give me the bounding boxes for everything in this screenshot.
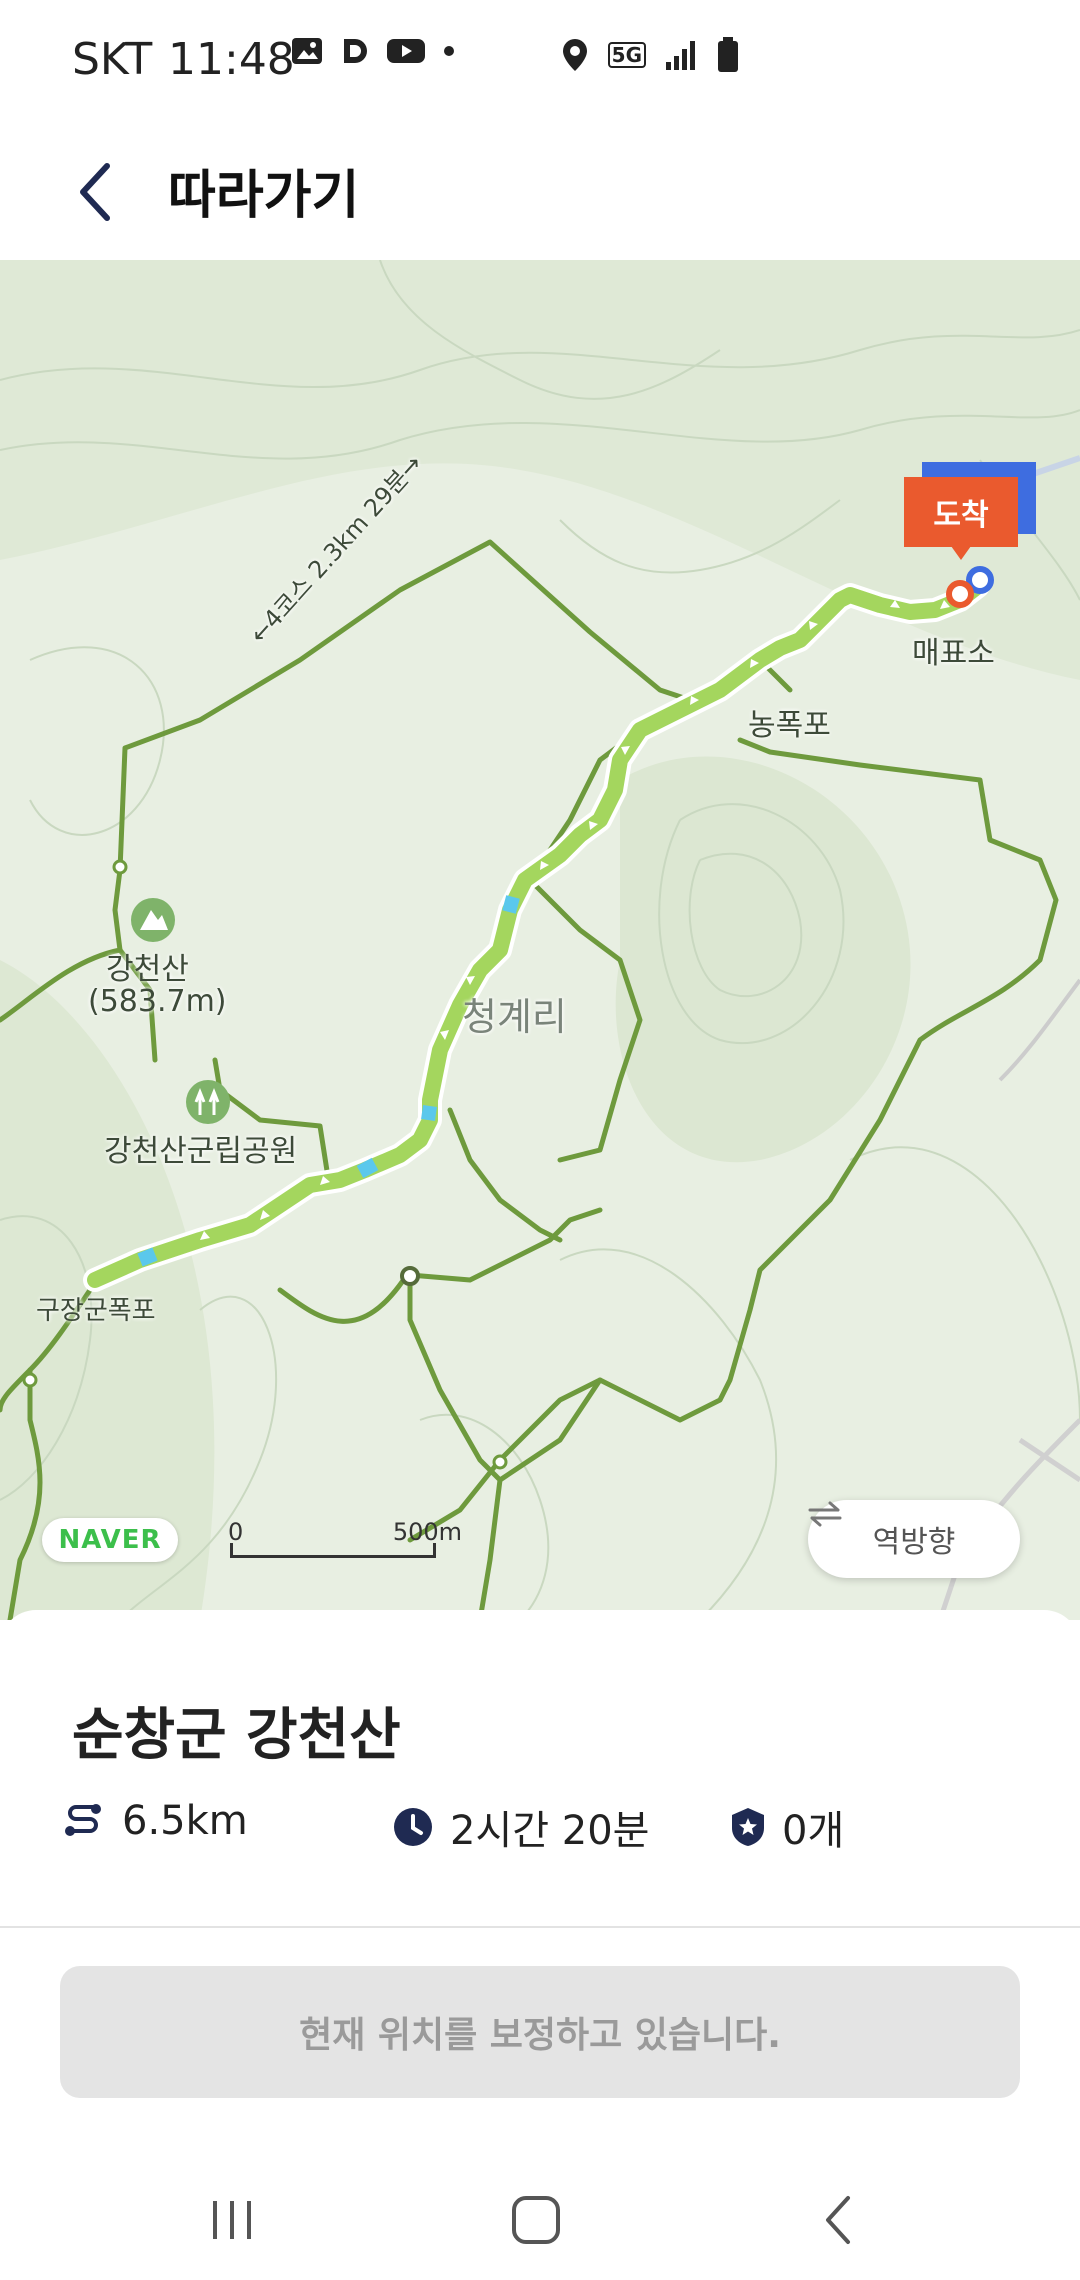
nav-back-button[interactable] bbox=[788, 2180, 888, 2260]
home-button[interactable] bbox=[486, 2180, 586, 2260]
mountain-height-label: (583.7m) bbox=[88, 984, 227, 1019]
chevron-left-icon bbox=[80, 163, 110, 221]
duration-value: 2시간 20분 bbox=[450, 1808, 650, 1854]
reverse-direction-label: 역방향 bbox=[872, 1525, 956, 1560]
course-name: 순창군 강천산 bbox=[72, 1703, 401, 1768]
swap-arrows-icon bbox=[808, 1501, 842, 1527]
clock-icon bbox=[394, 1808, 432, 1846]
map-canvas bbox=[0, 260, 1080, 1620]
distance-stat: 6.5km bbox=[62, 1798, 248, 1844]
naver-logo: NAVER bbox=[42, 1518, 178, 1562]
route-icon bbox=[65, 1804, 101, 1836]
duration-stat: 2시간 20분 bbox=[392, 1798, 649, 1856]
waterfall-label: 농폭포 bbox=[748, 708, 831, 743]
system-nav-bar bbox=[0, 2160, 1080, 2280]
signal-icon bbox=[666, 41, 695, 70]
system-icons: 5G bbox=[560, 36, 740, 74]
divider bbox=[0, 1926, 1080, 1928]
valley-label: 청계리 bbox=[462, 995, 567, 1039]
notification-icons bbox=[290, 36, 456, 66]
recents-icon bbox=[213, 2201, 251, 2239]
scale-end-label: 500m bbox=[392, 1518, 462, 1546]
ticket-office-label: 매표소 bbox=[912, 636, 995, 671]
location-icon bbox=[562, 39, 587, 71]
more-notifications-dot-icon bbox=[444, 46, 454, 56]
stamp-stat: 0개 bbox=[730, 1798, 844, 1856]
d-app-icon bbox=[344, 39, 367, 63]
location-calibrating-button[interactable]: 현재 위치를 보정하고 있습니다. bbox=[60, 1966, 1020, 2098]
trail-map[interactable]: 도착 매표소 농폭포 강천산 (583.7m) 강천산군립공원 청계리 구장군폭… bbox=[0, 260, 1080, 1620]
reverse-direction-button[interactable]: 역방향 bbox=[808, 1500, 1020, 1578]
waterfall-left-label: 구장군폭포 bbox=[36, 1296, 156, 1326]
back-icon bbox=[826, 2196, 850, 2244]
scale-bar bbox=[230, 1543, 436, 1558]
page-title: 따라가기 bbox=[168, 166, 360, 226]
arrival-badge: 도착 bbox=[904, 477, 1018, 547]
stamp-badge-icon bbox=[732, 1808, 764, 1846]
stamp-count: 0개 bbox=[782, 1808, 845, 1854]
home-icon bbox=[512, 2196, 560, 2244]
clock: 11:48 bbox=[168, 34, 295, 85]
status-bar: SKT 11:48 5G bbox=[0, 0, 1080, 125]
network-5g-icon: 5G bbox=[607, 42, 646, 68]
gallery-icon bbox=[292, 38, 322, 64]
app-header: 따라가기 bbox=[0, 125, 1080, 260]
distance-value: 6.5km bbox=[122, 1798, 248, 1844]
youtube-icon bbox=[387, 39, 425, 63]
scale-start-label: 0 bbox=[228, 1518, 244, 1546]
back-button[interactable] bbox=[60, 157, 130, 227]
battery-icon bbox=[718, 37, 738, 72]
arrival-pointer-icon bbox=[951, 546, 971, 560]
map-scale: 0 500m bbox=[228, 1518, 462, 1558]
park-label: 강천산군립공원 bbox=[104, 1134, 298, 1169]
carrier-label: SKT bbox=[72, 34, 153, 85]
mountain-label: 강천산 bbox=[106, 952, 189, 987]
recents-button[interactable] bbox=[182, 2180, 282, 2260]
